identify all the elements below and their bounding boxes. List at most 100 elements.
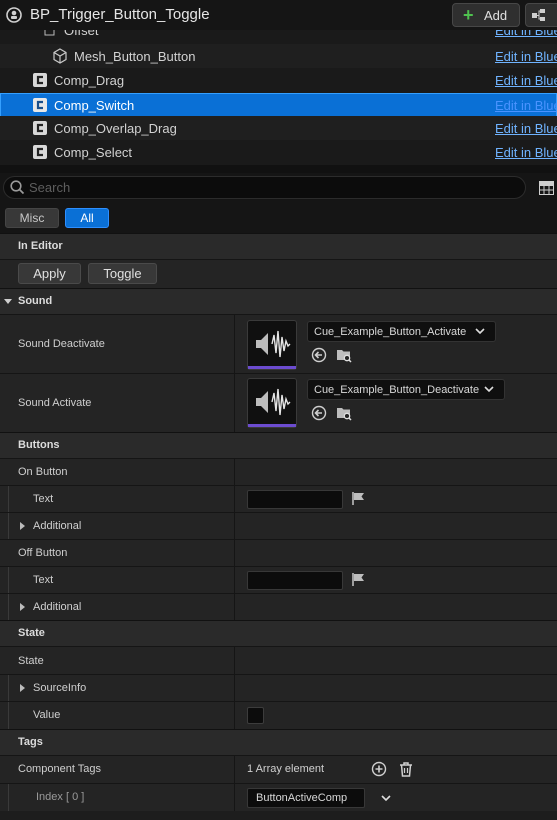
localization-flag-icon[interactable]: [351, 491, 366, 506]
speaker-icon: [256, 330, 291, 358]
property-label: Sound Deactivate: [18, 338, 105, 350]
expand-arrow-icon: [20, 522, 25, 530]
sound-asset-dropdown[interactable]: Cue_Example_Button_Activate: [307, 321, 496, 342]
browse-asset-icon[interactable]: [336, 347, 352, 363]
expand-arrow-icon: [20, 603, 25, 611]
sound-asset-dropdown[interactable]: Cue_Example_Button_Deactivate: [307, 379, 505, 400]
off-button-text-row: Text: [0, 566, 557, 593]
tree-row-comp-drag[interactable]: Comp_Drag Edit in Blueprint: [0, 68, 557, 92]
scene-icon: [44, 30, 55, 36]
panel-bottom: [0, 811, 557, 820]
tree-item-label: Comp_Overlap_Drag: [54, 121, 177, 136]
section-title: State: [18, 627, 45, 639]
category-filters: Misc All: [0, 203, 557, 233]
property-label: Additional: [33, 601, 82, 613]
plus-icon: +: [463, 5, 474, 25]
search-input[interactable]: [29, 178, 509, 197]
property-label: Index [ 0 ]: [36, 791, 85, 803]
edit-in-blueprint-link[interactable]: Edit in Blueprint: [495, 73, 557, 88]
section-buttons[interactable]: Buttons: [0, 432, 557, 458]
off-button-text-field[interactable]: [247, 571, 343, 590]
sound-asset-value: Cue_Example_Button_Deactivate: [314, 384, 480, 396]
title-bar: BP_Trigger_Button_Toggle + Add: [0, 0, 557, 30]
filter-misc-button[interactable]: Misc: [5, 208, 59, 228]
on-button-additional-row[interactable]: Additional: [0, 512, 557, 539]
on-button-text-field[interactable]: [247, 490, 343, 509]
tree-item-label: Offset: [64, 30, 99, 38]
on-button-row[interactable]: On Button: [0, 458, 557, 485]
static-mesh-icon: [53, 48, 67, 64]
state-value-row: Value: [0, 701, 557, 729]
edit-in-blueprint-link[interactable]: Edit in Blueprint: [495, 98, 557, 113]
in-editor-row: Apply Toggle: [0, 259, 557, 288]
edit-in-blueprint-link[interactable]: Edit in Blueprint: [495, 30, 557, 38]
filter-all-button[interactable]: All: [65, 208, 109, 228]
property-label: State: [18, 655, 44, 667]
trash-icon[interactable]: [398, 761, 414, 777]
search-icon: [10, 180, 25, 195]
off-button-row[interactable]: Off Button: [0, 539, 557, 566]
value-checkbox[interactable]: [247, 707, 264, 724]
tree-item-label: Mesh_Button_Button: [74, 49, 196, 64]
sound-asset-value: Cue_Example_Button_Activate: [314, 326, 467, 338]
tree-row-mesh-button[interactable]: Mesh_Button_Button Edit in Blueprint: [0, 44, 557, 68]
sound-deactivate-row: Sound Deactivate Cue_Example_Button_Acti…: [0, 314, 557, 373]
sound-cue-thumbnail[interactable]: [247, 378, 297, 428]
edit-in-blueprint-link[interactable]: Edit in Blueprint: [495, 49, 557, 64]
property-label: Text: [33, 574, 54, 586]
tree-row-offset[interactable]: Offset Edit in Blueprint: [0, 30, 557, 42]
hierarchy-options-button[interactable]: [525, 3, 557, 27]
property-label: Value: [33, 709, 61, 721]
section-sound[interactable]: Sound: [0, 288, 557, 314]
chevron-down-icon: [475, 328, 485, 335]
details-search-bar: [0, 173, 557, 203]
tree-row-comp-switch[interactable]: Comp_Switch Edit in Blueprint: [0, 93, 557, 117]
off-button-additional-row[interactable]: Additional: [0, 593, 557, 620]
tree-row-comp-select[interactable]: Comp_Select Edit in Blueprint: [0, 140, 557, 164]
property-label: On Button: [18, 466, 68, 478]
component-c-icon: [33, 121, 47, 135]
use-selected-asset-icon[interactable]: [311, 347, 327, 363]
section-title: In Editor: [18, 240, 63, 252]
on-button-text-row: Text: [0, 485, 557, 512]
toggle-button[interactable]: Toggle: [88, 263, 157, 284]
apply-button[interactable]: Apply: [18, 263, 81, 284]
component-c-icon: [33, 73, 47, 87]
collapse-arrow-icon: [4, 299, 12, 304]
tree-item-label: Comp_Select: [54, 145, 133, 160]
add-button-label: Add: [484, 8, 508, 23]
tag-index-row: Index [ 0 ] ButtonActiveComp: [0, 783, 557, 811]
property-label: Component Tags: [18, 763, 101, 775]
tag-value: ButtonActiveComp: [256, 792, 348, 804]
component-c-icon: [33, 98, 47, 112]
section-tags[interactable]: Tags: [0, 729, 557, 755]
expand-arrow-icon: [20, 684, 25, 692]
edit-in-blueprint-link[interactable]: Edit in Blueprint: [495, 121, 557, 136]
tree-item-label: Comp_Switch: [54, 98, 135, 113]
localization-flag-icon[interactable]: [351, 572, 366, 587]
sound-activate-row: Sound Activate Cue_Example_Button_Deacti…: [0, 373, 557, 432]
add-component-button[interactable]: + Add: [452, 3, 520, 27]
edit-in-blueprint-link[interactable]: Edit in Blueprint: [495, 145, 557, 160]
section-in-editor[interactable]: In Editor: [0, 233, 557, 259]
sound-cue-thumbnail[interactable]: [247, 320, 297, 370]
section-title: Buttons: [18, 439, 60, 451]
component-tree: Offset Edit in Blueprint Mesh_Button_But…: [0, 30, 557, 165]
hierarchy-icon: [532, 9, 545, 21]
state-row[interactable]: State: [0, 646, 557, 674]
add-element-icon[interactable]: [371, 761, 387, 777]
use-selected-asset-icon[interactable]: [311, 405, 327, 421]
panel-splitter[interactable]: [0, 165, 557, 173]
tree-row-comp-overlap-drag[interactable]: Comp_Overlap_Drag Edit in Blueprint: [0, 116, 557, 140]
component-c-icon: [33, 145, 47, 159]
source-info-row[interactable]: SourceInfo: [0, 674, 557, 701]
property-label: Off Button: [18, 547, 68, 559]
component-tags-row[interactable]: Component Tags 1 Array element: [0, 755, 557, 783]
tag-value-field[interactable]: ButtonActiveComp: [247, 788, 365, 808]
speaker-icon: [256, 388, 291, 416]
blueprint-component-icon: [6, 7, 22, 23]
chevron-down-icon[interactable]: [381, 793, 391, 803]
property-matrix-icon[interactable]: [539, 181, 554, 195]
browse-asset-icon[interactable]: [336, 405, 352, 421]
section-state[interactable]: State: [0, 620, 557, 646]
